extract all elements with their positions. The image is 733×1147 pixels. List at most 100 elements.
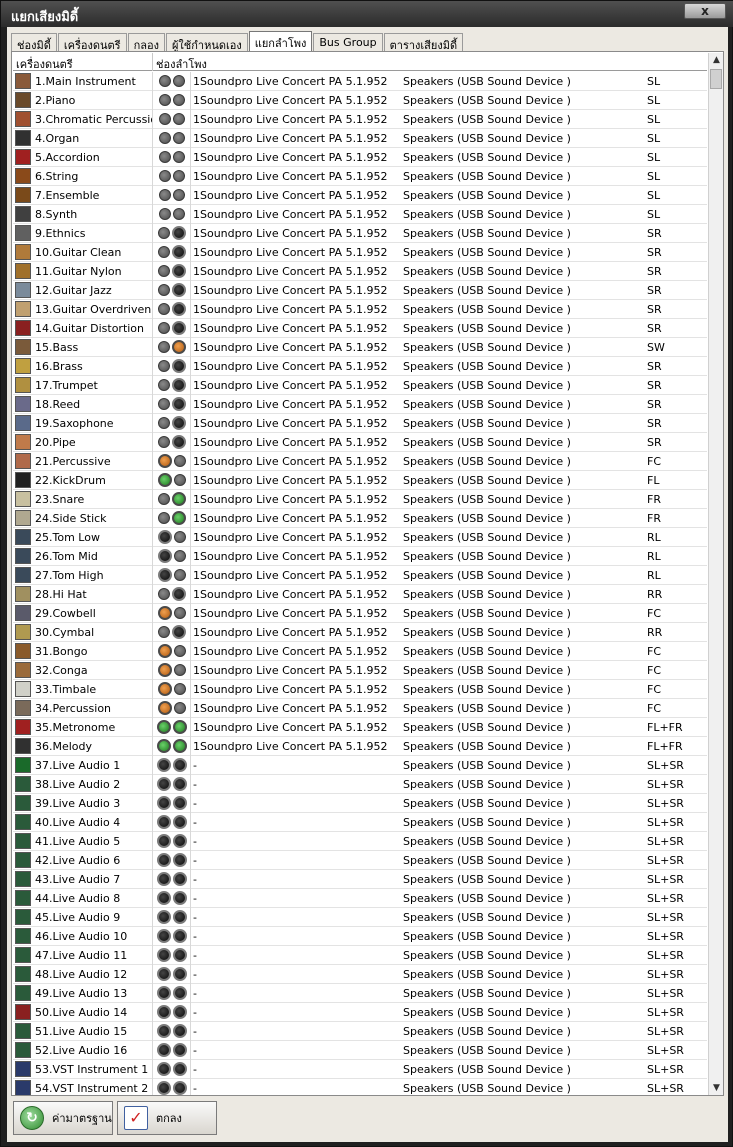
sound-device-cell[interactable]: - [191, 854, 401, 867]
sound-device-cell[interactable]: - [191, 816, 401, 829]
audio-output-cell[interactable]: Speakers (USB Sound Device ) [401, 683, 631, 696]
right-speaker-toggle-icon[interactable] [172, 872, 187, 886]
speaker-channel-cell[interactable]: SL+SR [631, 1082, 707, 1095]
table-row[interactable]: 37.Live Audio 1 - Speakers (USB Sound Devi… [13, 755, 707, 775]
audio-output-cell[interactable]: Speakers (USB Sound Device ) [401, 227, 631, 240]
left-speaker-toggle-icon[interactable] [157, 322, 170, 334]
audio-output-cell[interactable]: Speakers (USB Sound Device ) [401, 626, 631, 639]
speaker-channel-cell[interactable]: SR [631, 322, 707, 335]
left-speaker-toggle-icon[interactable] [157, 227, 170, 239]
table-row[interactable]: 35.Metronome 1Soundpro Live Concert PA 5.… [13, 717, 707, 737]
audio-output-cell[interactable]: Speakers (USB Sound Device ) [401, 911, 631, 924]
right-speaker-toggle-icon[interactable] [172, 891, 187, 905]
tab-6[interactable]: ตารางเสียงมิดี้ [383, 33, 464, 52]
sound-device-cell[interactable]: 1Soundpro Live Concert PA 5.1.952 [191, 322, 401, 335]
audio-output-cell[interactable]: Speakers (USB Sound Device ) [401, 569, 631, 582]
right-speaker-toggle-icon[interactable] [171, 321, 186, 335]
table-row[interactable]: 12.Guitar Jazz 1Soundpro Live Concert PA … [13, 280, 707, 300]
scroll-up-icon[interactable]: ▲ [709, 53, 723, 67]
speaker-channel-cell[interactable]: SR [631, 227, 707, 240]
sound-device-cell[interactable]: 1Soundpro Live Concert PA 5.1.952 [191, 75, 401, 88]
speaker-channel-cell[interactable]: FC [631, 702, 707, 715]
sound-device-cell[interactable]: 1Soundpro Live Concert PA 5.1.952 [191, 113, 401, 126]
right-speaker-toggle-icon[interactable] [171, 283, 186, 297]
speaker-channel-cell[interactable]: SR [631, 303, 707, 316]
right-speaker-toggle-icon[interactable] [171, 435, 186, 449]
right-speaker-toggle-icon[interactable] [173, 702, 186, 714]
right-speaker-toggle-icon[interactable] [172, 853, 187, 867]
left-speaker-toggle-icon[interactable] [156, 720, 171, 734]
sound-device-cell[interactable]: - [191, 1044, 401, 1057]
left-speaker-toggle-icon[interactable] [157, 246, 170, 258]
audio-output-cell[interactable]: Speakers (USB Sound Device ) [401, 949, 631, 962]
right-speaker-toggle-icon[interactable] [173, 664, 186, 676]
left-speaker-toggle-icon[interactable] [156, 967, 171, 981]
right-speaker-toggle-icon[interactable] [173, 550, 186, 562]
right-speaker-toggle-icon[interactable] [172, 739, 187, 753]
sound-device-cell[interactable]: - [191, 835, 401, 848]
tab-4[interactable]: แยกลำโพง [248, 31, 313, 51]
left-speaker-toggle-icon[interactable] [156, 891, 171, 905]
table-row[interactable]: 9.Ethnics 1Soundpro Live Concert PA 5.1.9… [13, 223, 707, 243]
right-speaker-toggle-icon[interactable] [171, 587, 186, 601]
audio-output-cell[interactable]: Speakers (USB Sound Device ) [401, 835, 631, 848]
left-speaker-toggle-icon[interactable] [156, 1062, 171, 1076]
right-speaker-toggle-icon[interactable] [171, 511, 186, 525]
audio-output-cell[interactable]: Speakers (USB Sound Device ) [401, 1063, 631, 1076]
left-speaker-toggle-icon[interactable] [156, 948, 171, 962]
audio-output-cell[interactable]: Speakers (USB Sound Device ) [401, 303, 631, 316]
speaker-channel-cell[interactable]: SL+SR [631, 835, 707, 848]
speaker-channel-cell[interactable]: SW [631, 341, 707, 354]
left-speaker-toggle-icon[interactable] [157, 663, 172, 677]
audio-output-cell[interactable]: Speakers (USB Sound Device ) [401, 360, 631, 373]
audio-output-cell[interactable]: Speakers (USB Sound Device ) [401, 588, 631, 601]
left-speaker-toggle-icon[interactable] [158, 170, 171, 182]
close-button[interactable]: x [684, 3, 726, 19]
table-row[interactable]: 26.Tom Mid 1Soundpro Live Concert PA 5.1.… [13, 546, 707, 566]
sound-device-cell[interactable]: 1Soundpro Live Concert PA 5.1.952 [191, 683, 401, 696]
table-row[interactable]: 18.Reed 1Soundpro Live Concert PA 5.1.952… [13, 394, 707, 414]
speaker-channel-cell[interactable]: SR [631, 284, 707, 297]
left-speaker-toggle-icon[interactable] [156, 1081, 171, 1095]
table-row[interactable]: 53.VST Instrument 1 - Speakers (USB Sound … [13, 1059, 707, 1079]
audio-output-cell[interactable]: Speakers (USB Sound Device ) [401, 778, 631, 791]
left-speaker-toggle-icon[interactable] [156, 739, 171, 753]
right-speaker-toggle-icon[interactable] [172, 777, 187, 791]
right-speaker-toggle-icon[interactable] [171, 226, 186, 240]
sound-device-cell[interactable]: 1Soundpro Live Concert PA 5.1.952 [191, 227, 401, 240]
table-row[interactable]: 43.Live Audio 7 - Speakers (USB Sound Devi… [13, 869, 707, 889]
audio-output-cell[interactable]: Speakers (USB Sound Device ) [401, 341, 631, 354]
left-speaker-toggle-icon[interactable] [157, 701, 172, 715]
audio-output-cell[interactable]: Speakers (USB Sound Device ) [401, 702, 631, 715]
speaker-channel-cell[interactable]: SL+SR [631, 797, 707, 810]
speaker-channel-cell[interactable]: SL+SR [631, 968, 707, 981]
table-row[interactable]: 1.Main Instrument 1Soundpro Live Concert … [13, 71, 707, 91]
speaker-channel-cell[interactable]: SL+SR [631, 854, 707, 867]
left-speaker-toggle-icon[interactable] [157, 284, 170, 296]
table-row[interactable]: 15.Bass 1Soundpro Live Concert PA 5.1.952… [13, 337, 707, 357]
speaker-channel-cell[interactable]: SL+SR [631, 816, 707, 829]
speaker-channel-cell[interactable]: FC [631, 683, 707, 696]
left-speaker-toggle-icon[interactable] [156, 853, 171, 867]
right-speaker-toggle-icon[interactable] [172, 815, 187, 829]
audio-output-cell[interactable]: Speakers (USB Sound Device ) [401, 759, 631, 772]
left-speaker-toggle-icon[interactable] [156, 872, 171, 886]
speaker-channel-cell[interactable]: SL [631, 75, 707, 88]
sound-device-cell[interactable]: 1Soundpro Live Concert PA 5.1.952 [191, 702, 401, 715]
right-speaker-toggle-icon[interactable] [172, 113, 185, 125]
table-row[interactable]: 50.Live Audio 14 - Speakers (USB Sound Dev… [13, 1002, 707, 1022]
audio-output-cell[interactable]: Speakers (USB Sound Device ) [401, 512, 631, 525]
sound-device-cell[interactable]: 1Soundpro Live Concert PA 5.1.952 [191, 417, 401, 430]
tab-2[interactable]: กลอง [127, 33, 165, 52]
speaker-channel-cell[interactable]: SR [631, 436, 707, 449]
sound-device-cell[interactable]: - [191, 987, 401, 1000]
table-row[interactable]: 14.Guitar Distortion 1Soundpro Live Conce… [13, 318, 707, 338]
right-speaker-toggle-icon[interactable] [171, 264, 186, 278]
left-speaker-toggle-icon[interactable] [157, 398, 170, 410]
table-row[interactable]: 44.Live Audio 8 - Speakers (USB Sound Devi… [13, 888, 707, 908]
right-speaker-toggle-icon[interactable] [172, 1024, 187, 1038]
speaker-channel-cell[interactable]: SR [631, 265, 707, 278]
table-row[interactable]: 21.Percussive 1Soundpro Live Concert PA 5… [13, 451, 707, 471]
speaker-channel-cell[interactable]: SL+SR [631, 1025, 707, 1038]
audio-output-cell[interactable]: Speakers (USB Sound Device ) [401, 740, 631, 753]
